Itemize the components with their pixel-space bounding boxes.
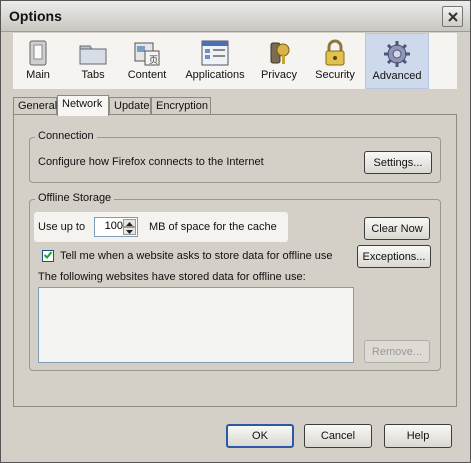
security-icon bbox=[319, 37, 351, 69]
ok-button[interactable]: OK bbox=[226, 424, 294, 448]
applications-icon bbox=[199, 37, 231, 69]
tabs-icon bbox=[77, 37, 109, 69]
toolbar-label-privacy: Privacy bbox=[260, 69, 298, 81]
offline-storage-group: Offline Storage Use up to 100 MB of spac… bbox=[29, 192, 441, 371]
websites-label: The following websites have stored data … bbox=[38, 271, 306, 283]
checkmark-icon bbox=[43, 250, 53, 263]
toolbar-item-content[interactable]: 页 Content bbox=[124, 33, 170, 89]
offline-storage-group-title: Offline Storage bbox=[35, 192, 115, 204]
tab-update[interactable]: Update bbox=[109, 97, 151, 115]
toolbar-item-advanced[interactable]: Advanced bbox=[365, 33, 429, 89]
toolbar-label-content: Content bbox=[127, 69, 167, 81]
toolbar-item-tabs[interactable]: Tabs bbox=[68, 33, 118, 89]
main-icon bbox=[22, 37, 54, 69]
window-title: Options bbox=[9, 8, 62, 24]
advanced-icon bbox=[381, 38, 413, 70]
toolbar-label-security: Security bbox=[315, 69, 355, 81]
tab-network-label: Network bbox=[62, 98, 103, 110]
connection-group-title: Connection bbox=[35, 130, 97, 142]
spin-down-button[interactable] bbox=[123, 227, 136, 235]
svg-text:页: 页 bbox=[149, 55, 158, 66]
stepper-arrows bbox=[123, 219, 136, 235]
content-icon: 页 bbox=[131, 37, 163, 69]
remove-button[interactable]: Remove... bbox=[364, 340, 430, 363]
close-button[interactable] bbox=[442, 6, 463, 27]
toolbar-label-applications: Applications bbox=[185, 69, 245, 81]
toolbar-item-main[interactable]: Main bbox=[13, 33, 63, 89]
use-up-to-label: Use up to bbox=[38, 221, 86, 233]
cache-size-value: 100 bbox=[104, 220, 123, 232]
tell-me-checkbox[interactable] bbox=[42, 250, 54, 262]
toolbar-label-main: Main bbox=[26, 69, 50, 81]
help-button[interactable]: Help bbox=[384, 424, 452, 448]
toolbar-item-applications[interactable]: Applications bbox=[179, 33, 251, 89]
cache-units-label: MB of space for the cache bbox=[149, 221, 277, 233]
tab-encryption-label: Encryption bbox=[156, 100, 208, 112]
clear-now-button[interactable]: Clear Now bbox=[364, 217, 430, 240]
cancel-button[interactable]: Cancel bbox=[304, 424, 372, 448]
privacy-icon bbox=[263, 37, 295, 69]
options-toolbar: Main Tabs 页 Content Applications Privacy… bbox=[13, 33, 457, 89]
tab-network[interactable]: Network bbox=[57, 95, 109, 116]
advanced-tabs: General Network Update Encryption bbox=[13, 95, 457, 116]
connection-description: Configure how Firefox connects to the In… bbox=[38, 156, 264, 168]
settings-button[interactable]: Settings... bbox=[364, 151, 432, 174]
toolbar-item-security[interactable]: Security bbox=[309, 33, 361, 89]
tab-general[interactable]: General bbox=[13, 97, 57, 115]
exceptions-button[interactable]: Exceptions... bbox=[357, 245, 431, 268]
tell-me-label[interactable]: Tell me when a website asks to store dat… bbox=[60, 250, 333, 262]
tab-update-label: Update bbox=[114, 100, 150, 112]
close-icon bbox=[447, 11, 459, 23]
offline-websites-list[interactable] bbox=[38, 287, 354, 363]
spin-down-icon bbox=[126, 225, 133, 237]
tab-encryption[interactable]: Encryption bbox=[151, 97, 211, 115]
toolbar-label-advanced: Advanced bbox=[372, 70, 422, 82]
tab-general-label: General bbox=[18, 100, 58, 112]
title-bar: Options bbox=[1, 1, 470, 32]
toolbar-item-privacy[interactable]: Privacy bbox=[255, 33, 303, 89]
connection-group: Connection Configure how Firefox connect… bbox=[29, 130, 441, 183]
options-window: Options Main Tabs 页 Content Applications… bbox=[0, 0, 471, 463]
toolbar-label-tabs: Tabs bbox=[81, 69, 105, 81]
cache-size-stepper[interactable]: 100 bbox=[94, 217, 138, 237]
network-panel: Connection Configure how Firefox connect… bbox=[13, 114, 457, 407]
